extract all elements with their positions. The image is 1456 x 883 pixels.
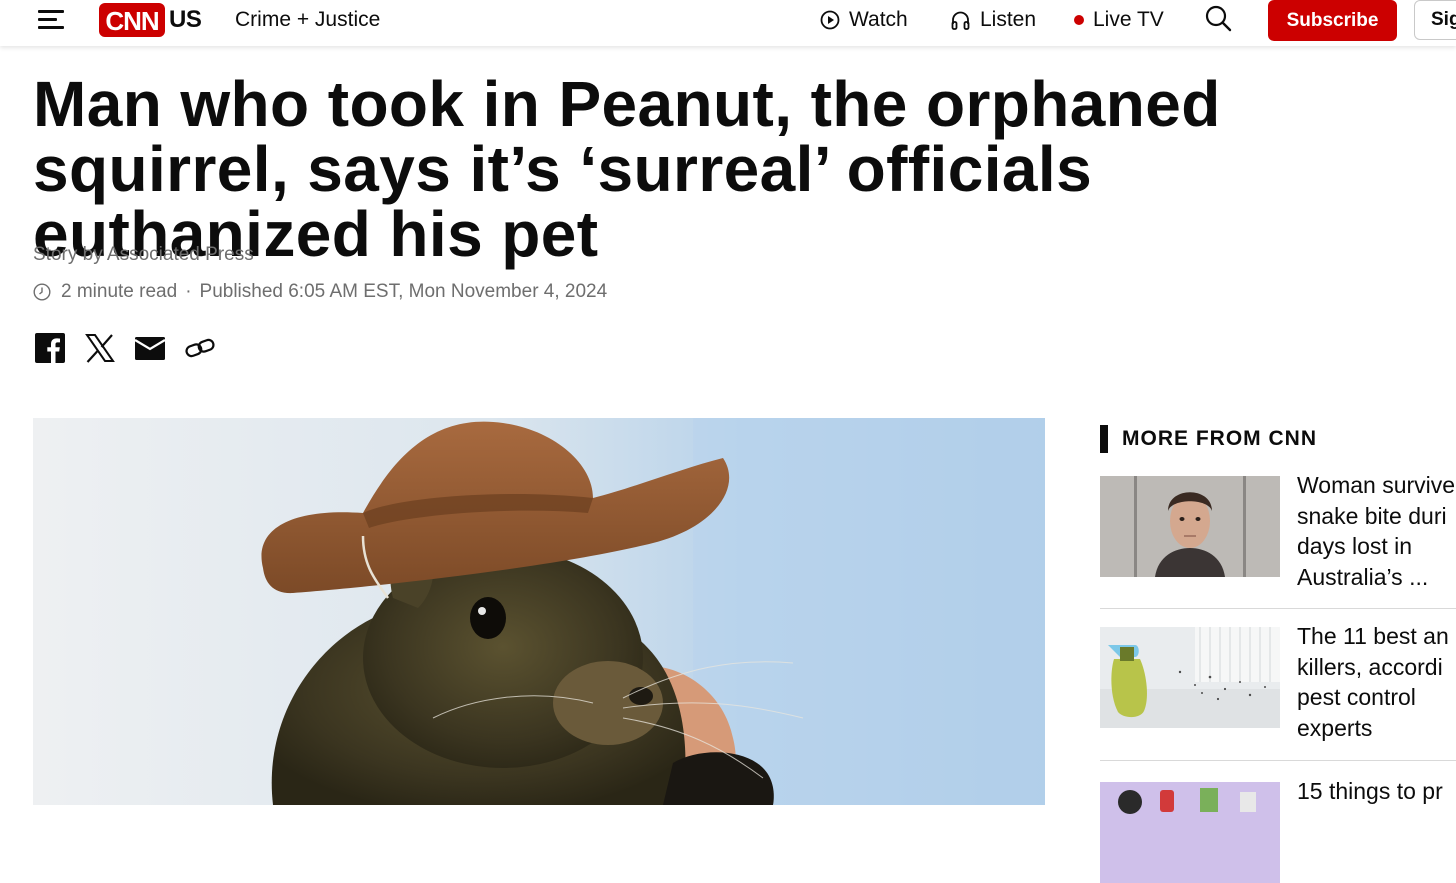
- more-from-cnn-heading: MORE FROM CNN: [1100, 425, 1317, 453]
- headphones-icon: [951, 11, 970, 30]
- listen-link[interactable]: Listen: [950, 8, 1036, 32]
- menu-icon[interactable]: [36, 7, 64, 31]
- sign-in-button[interactable]: Sign in: [1414, 0, 1456, 40]
- facebook-icon[interactable]: [34, 332, 66, 364]
- card-thumbnail-mugshot: [1100, 476, 1280, 577]
- listen-label: Listen: [980, 8, 1037, 31]
- live-tv-label: Live TV: [1093, 8, 1164, 31]
- watch-link[interactable]: Watch: [820, 8, 908, 32]
- link-icon[interactable]: [184, 332, 216, 364]
- clock-icon: [33, 283, 51, 301]
- watch-label: Watch: [849, 8, 908, 31]
- site-header: CNN US Crime + Justice Watch Listen Live…: [0, 0, 1456, 46]
- live-dot-icon: [1074, 15, 1084, 25]
- edition-label[interactable]: US: [169, 6, 202, 34]
- card-thumbnail-spray-bottle: [1100, 627, 1280, 728]
- card-title[interactable]: The 11 best an killers, accordi pest con…: [1297, 621, 1456, 743]
- play-icon: [820, 10, 840, 30]
- card-thumbnail-products: [1100, 782, 1280, 883]
- svg-text:CNN: CNN: [105, 6, 159, 36]
- read-time: 2 minute read: [61, 281, 178, 302]
- meta-separator: ·: [185, 281, 192, 302]
- card-title[interactable]: Woman survive snake bite duri days lost …: [1297, 470, 1456, 592]
- article-headline: Man who took in Peanut, the orphaned squ…: [33, 68, 1221, 270]
- subscribe-button[interactable]: Subscribe: [1268, 0, 1397, 41]
- card-divider: [1100, 608, 1456, 609]
- card-divider: [1100, 760, 1456, 761]
- lead-image-squirrel-cowboy-hat[interactable]: [33, 418, 1045, 805]
- search-icon[interactable]: [1204, 4, 1232, 34]
- email-icon[interactable]: [134, 332, 166, 364]
- x-icon[interactable]: [84, 332, 116, 364]
- card-title[interactable]: 15 things to pr: [1297, 776, 1456, 807]
- live-tv-link[interactable]: Live TV: [1074, 8, 1164, 32]
- published-date: Published 6:05 AM EST, Mon November 4, 2…: [199, 281, 608, 302]
- article-timestamp: 2 minute read · Published 6:05 AM EST, M…: [33, 281, 607, 303]
- cnn-logo[interactable]: CNN: [99, 3, 165, 37]
- section-link[interactable]: Crime + Justice: [235, 8, 380, 32]
- byline: Story by Associated Press: [33, 244, 254, 265]
